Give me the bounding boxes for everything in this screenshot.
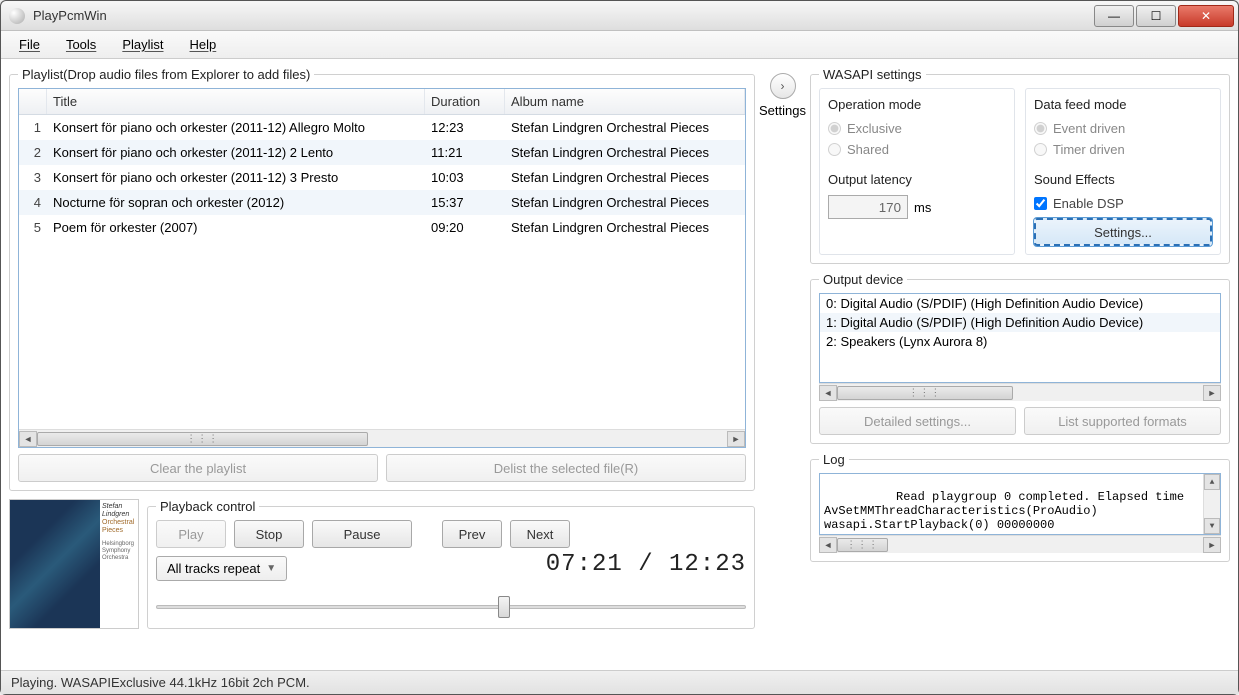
play-button[interactable]: Play (156, 520, 226, 548)
log-group: Log Read playgroup 0 completed. Elapsed … (810, 452, 1230, 562)
device-item[interactable]: 2: Speakers (Lynx Aurora 8) (820, 332, 1220, 351)
scroll-left-icon[interactable]: ◄ (819, 537, 837, 553)
seek-slider[interactable] (156, 595, 746, 619)
device-hscrollbar[interactable]: ◄ ⋮⋮⋮ ► (819, 383, 1221, 401)
output-device-group: Output device 0: Digital Audio (S/PDIF) … (810, 272, 1230, 444)
opmode-exclusive-radio[interactable] (828, 122, 841, 135)
menu-help[interactable]: Help (178, 33, 229, 56)
log-legend: Log (819, 452, 849, 467)
playlist-legend: Playlist(Drop audio files from Explorer … (18, 67, 314, 82)
time-display: 07:21 / 12:23 (546, 551, 746, 578)
log-vscrollbar[interactable]: ▲ ▼ (1203, 474, 1220, 534)
stop-button[interactable]: Stop (234, 520, 304, 548)
menu-bar: File Tools Playlist Help (1, 31, 1238, 59)
seek-thumb[interactable] (498, 596, 510, 618)
device-item[interactable]: 0: Digital Audio (S/PDIF) (High Definiti… (820, 294, 1220, 313)
col-album[interactable]: Album name (505, 89, 745, 114)
feedmode-timer-radio[interactable] (1034, 143, 1047, 156)
menu-file[interactable]: File (7, 33, 52, 56)
playlist-header: Title Duration Album name (19, 89, 745, 115)
scroll-up-icon[interactable]: ▲ (1204, 474, 1220, 490)
scroll-right-icon[interactable]: ► (1203, 385, 1221, 401)
title-bar: PlayPcmWin — ☐ ✕ (1, 1, 1238, 31)
playlist-table[interactable]: Title Duration Album name 1Konsert för p… (18, 88, 746, 448)
collapse-settings-button[interactable]: › (770, 73, 796, 99)
detailed-settings-button[interactable]: Detailed settings... (819, 407, 1016, 435)
pause-button[interactable]: Pause (312, 520, 412, 548)
chevron-down-icon: ▼ (266, 563, 276, 574)
repeat-mode-select[interactable]: All tracks repeat ▼ (156, 556, 287, 581)
latency-input[interactable] (828, 195, 908, 219)
menu-tools[interactable]: Tools (54, 33, 108, 56)
album-art: Stefan Lindgren Orchestral Pieces Helsin… (9, 499, 139, 629)
minimize-button[interactable]: — (1094, 5, 1134, 27)
menu-playlist[interactable]: Playlist (110, 33, 175, 56)
wasapi-legend: WASAPI settings (819, 67, 926, 82)
scroll-right-icon[interactable]: ► (1203, 537, 1221, 553)
col-duration[interactable]: Duration (425, 89, 505, 114)
window-title: PlayPcmWin (33, 8, 1094, 23)
dsp-settings-button[interactable]: Settings... (1034, 218, 1212, 246)
device-item[interactable]: 1: Digital Audio (S/PDIF) (High Definiti… (820, 313, 1220, 332)
playback-control-group: Playback control Play Stop Pause Prev Ne… (147, 499, 755, 629)
playlist-hscrollbar[interactable]: ◄ ⋮⋮⋮ ► (19, 429, 745, 447)
enable-dsp-checkbox[interactable] (1034, 197, 1047, 210)
output-device-list[interactable]: 0: Digital Audio (S/PDIF) (High Definiti… (819, 293, 1221, 383)
scroll-down-icon[interactable]: ▼ (1204, 518, 1220, 534)
log-hscrollbar[interactable]: ◄ ⋮⋮⋮ ► (819, 535, 1221, 553)
feedmode-event-radio[interactable] (1034, 122, 1047, 135)
playback-legend: Playback control (156, 499, 259, 514)
maximize-button[interactable]: ☐ (1136, 5, 1176, 27)
playlist-row[interactable]: 2Konsert för piano och orkester (2011-12… (19, 140, 745, 165)
app-icon (9, 8, 25, 24)
next-button[interactable]: Next (510, 520, 570, 548)
playlist-group: Playlist(Drop audio files from Explorer … (9, 67, 755, 491)
playlist-row[interactable]: 1Konsert för piano och orkester (2011-12… (19, 115, 745, 140)
status-bar: Playing. WASAPIExclusive 44.1kHz 16bit 2… (1, 670, 1238, 694)
wasapi-settings-group: WASAPI settings Operation mode Exclusive… (810, 67, 1230, 264)
feed-mode-box: Data feed mode Event driven Timer driven… (1025, 88, 1221, 255)
status-text: Playing. WASAPIExclusive 44.1kHz 16bit 2… (11, 675, 310, 690)
content-area: Playlist(Drop audio files from Explorer … (1, 59, 1238, 670)
opmode-shared-radio[interactable] (828, 143, 841, 156)
col-title[interactable]: Title (47, 89, 425, 114)
prev-button[interactable]: Prev (442, 520, 502, 548)
playlist-row[interactable]: 5Poem för orkester (2007)09:20Stefan Lin… (19, 215, 745, 240)
scroll-left-icon[interactable]: ◄ (19, 431, 37, 447)
output-device-legend: Output device (819, 272, 907, 287)
app-window: PlayPcmWin — ☐ ✕ File Tools Playlist Hel… (0, 0, 1239, 695)
close-button[interactable]: ✕ (1178, 5, 1234, 27)
log-textarea[interactable]: Read playgroup 0 completed. Elapsed time… (819, 473, 1221, 535)
playlist-row[interactable]: 3Konsert för piano och orkester (2011-12… (19, 165, 745, 190)
operation-mode-box: Operation mode Exclusive Shared Output l… (819, 88, 1015, 255)
clear-playlist-button[interactable]: Clear the playlist (18, 454, 378, 482)
list-formats-button[interactable]: List supported formats (1024, 407, 1221, 435)
scroll-right-icon[interactable]: ► (727, 431, 745, 447)
settings-toggle: › Settings (759, 67, 806, 662)
chevron-right-icon: › (781, 79, 785, 93)
delist-file-button[interactable]: Delist the selected file(R) (386, 454, 746, 482)
scroll-left-icon[interactable]: ◄ (819, 385, 837, 401)
playlist-row[interactable]: 4Nocturne för sopran och orkester (2012)… (19, 190, 745, 215)
